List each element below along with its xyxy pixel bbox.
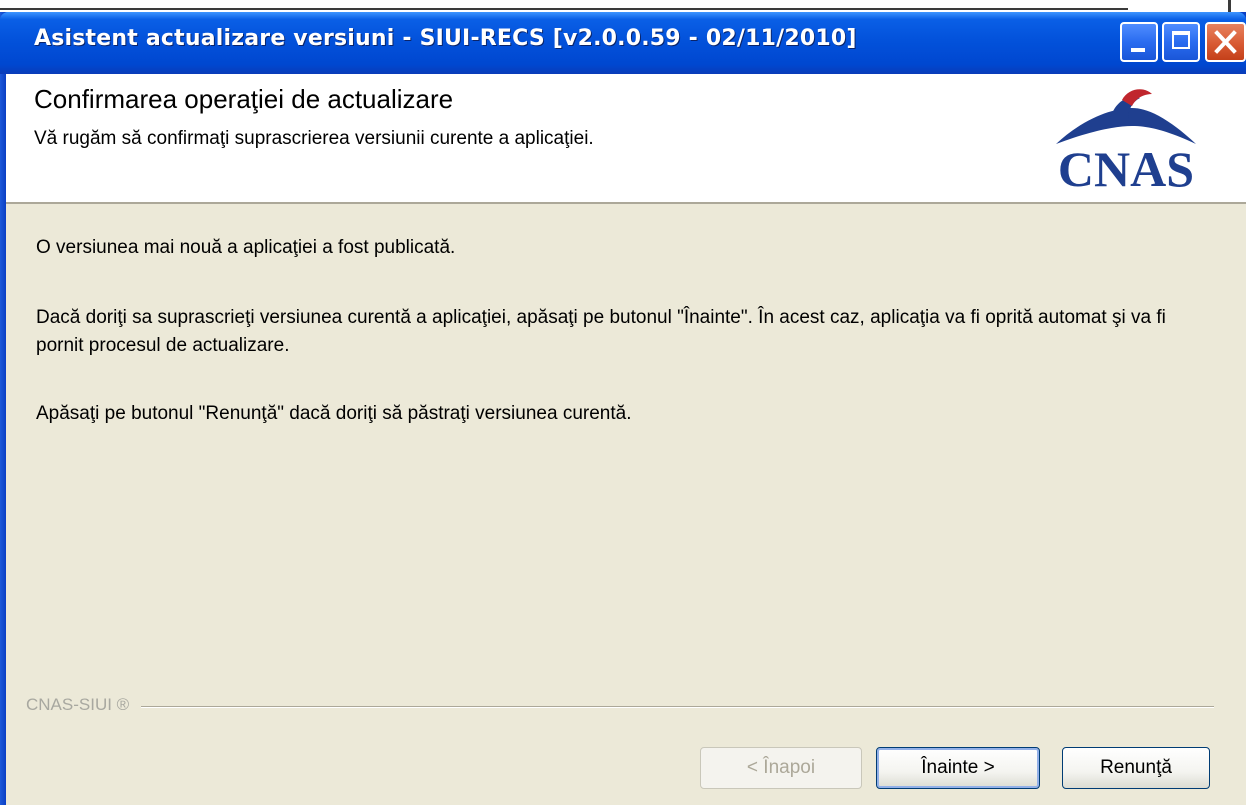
maximize-icon: [1172, 31, 1190, 49]
back-button[interactable]: < Înapoi: [700, 747, 862, 789]
footer-divider: [26, 706, 1214, 708]
wizard-header: Confirmarea operaţiei de actualizare Vă …: [6, 74, 1246, 204]
cnas-logo: CNAS: [1056, 89, 1196, 196]
page-title: Confirmarea operaţiei de actualizare: [34, 84, 454, 114]
wizard-window: Asistent actualizare versiuni - SIUI-REC…: [0, 12, 1246, 805]
next-button[interactable]: Înainte >: [876, 747, 1040, 789]
close-icon: [1214, 30, 1237, 54]
brand-label: CNAS-SIUI ®: [26, 695, 142, 715]
info-text-cancel: Apăsaţi pe butonul "Renunţă" dacă doriţi…: [36, 403, 632, 424]
page-subtitle: Vă rugăm să confirmaţi suprascrierea ver…: [34, 128, 594, 149]
title-bar[interactable]: Asistent actualizare versiuni - SIUI-REC…: [0, 12, 1246, 74]
wizard-content: O versiunea mai nouă a aplicaţiei a fost…: [6, 204, 1246, 805]
info-text-new-version: O versiunea mai nouă a aplicaţiei a fost…: [36, 237, 456, 258]
cancel-button[interactable]: Renunţă: [1062, 747, 1210, 789]
background-line: [0, 8, 1128, 10]
close-button[interactable]: [1205, 22, 1246, 62]
minimize-button[interactable]: [1120, 22, 1158, 62]
logo-text: CNAS: [1058, 141, 1194, 196]
minimize-icon: [1131, 48, 1145, 52]
background-strip: [0, 0, 1246, 12]
window-title: Asistent actualizare versiuni - SIUI-REC…: [34, 26, 857, 51]
background-mark: [1228, 0, 1231, 12]
dialog-client-area: Confirmarea operaţiei de actualizare Vă …: [6, 74, 1246, 805]
info-text-overwrite: Dacă doriţi sa suprascrieţi versiunea cu…: [36, 307, 1166, 356]
maximize-button[interactable]: [1162, 22, 1200, 62]
